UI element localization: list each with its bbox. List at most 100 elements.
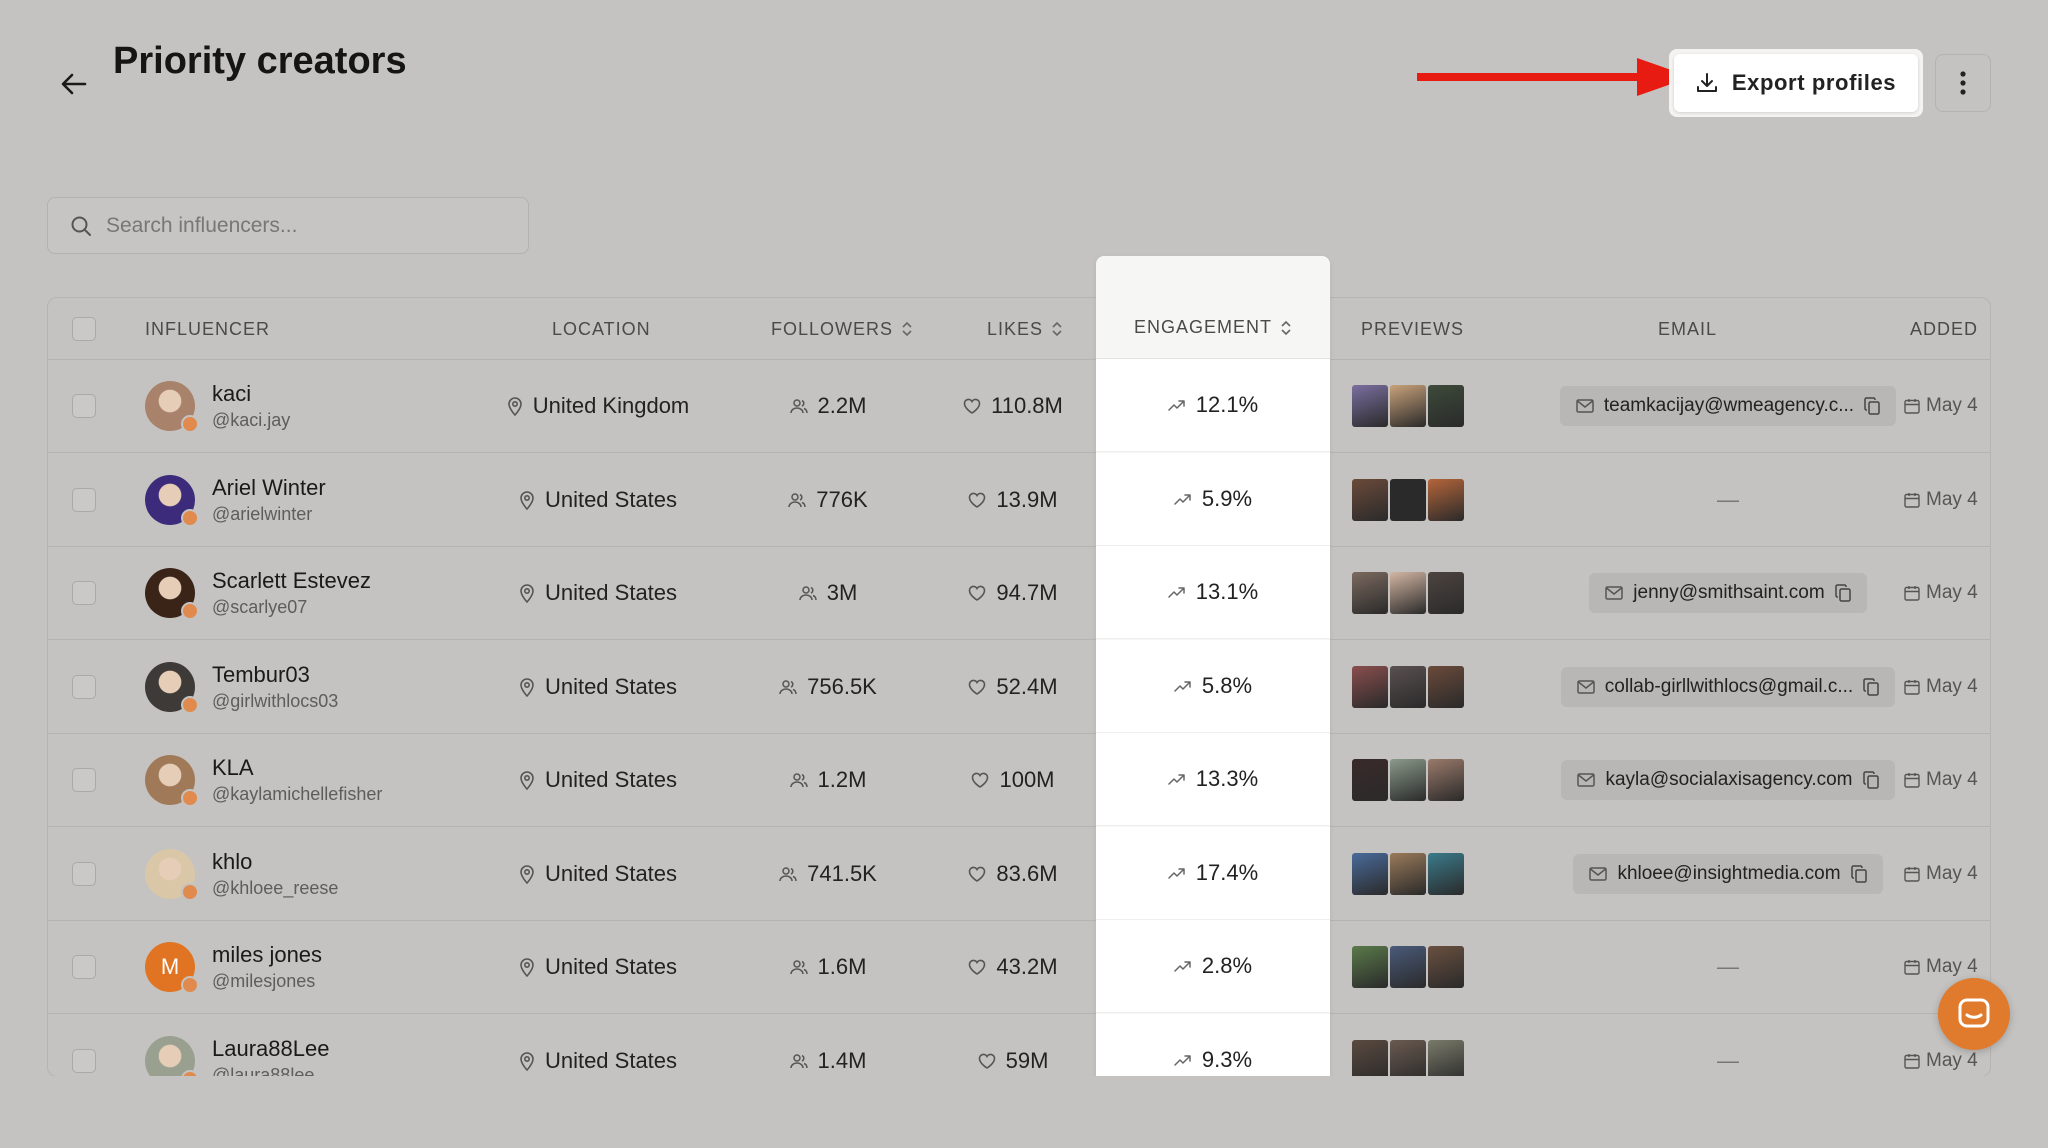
preview-thumbnail[interactable] — [1352, 572, 1388, 614]
preview-thumbnail[interactable] — [1390, 946, 1426, 988]
row-select-cell — [72, 547, 96, 639]
influencer-cell[interactable]: Scarlett Estevez @scarlye07 — [145, 547, 371, 639]
email-chip[interactable]: teamkacijay@wmeagency.c... — [1559, 386, 1897, 426]
row-checkbox[interactable] — [72, 581, 96, 605]
preview-thumbnail[interactable] — [1390, 852, 1426, 895]
location-cell: United States — [468, 734, 728, 826]
preview-thumbnail[interactable] — [1390, 1039, 1426, 1076]
table-row[interactable]: KLA @kaylamichellefisher United States 1… — [48, 734, 1990, 827]
location-cell: United States — [468, 921, 728, 1013]
row-checkbox[interactable] — [72, 768, 96, 792]
preview-thumbnail[interactable] — [1390, 665, 1426, 708]
influencer-name[interactable]: Scarlett Estevez — [212, 568, 371, 594]
table-row[interactable]: Laura88Lee @laura88lee United States 1.4… — [48, 1015, 1990, 1077]
preview-thumbnail[interactable] — [1428, 1039, 1464, 1076]
search-input[interactable] — [106, 213, 506, 238]
copy-icon[interactable] — [1864, 397, 1880, 415]
column-header-added[interactable]: ADDED — [1910, 298, 1978, 360]
row-checkbox[interactable] — [72, 861, 96, 886]
row-checkbox[interactable] — [72, 674, 96, 699]
likes-cell: 13.9M — [928, 454, 1098, 546]
table-row[interactable]: khlo @khloee_reese United States 741.5K … — [48, 828, 1990, 921]
preview-thumbnail[interactable] — [1428, 385, 1464, 427]
column-header-engagement[interactable]: ENGAGEMENT — [1096, 297, 1330, 359]
location-pin-icon — [507, 397, 522, 416]
influencer-name[interactable]: Laura88Lee — [212, 1036, 329, 1062]
preview-thumbnail[interactable] — [1428, 946, 1464, 988]
table-row[interactable]: Ariel Winter @arielwinter United States … — [48, 454, 1990, 547]
back-button[interactable] — [56, 66, 92, 102]
copy-icon[interactable] — [1850, 864, 1867, 883]
preview-thumbnail[interactable] — [1352, 1039, 1388, 1076]
influencer-info: Laura88Lee @laura88lee — [212, 1036, 329, 1077]
table-row[interactable]: M miles jones @milesjones United States … — [48, 921, 1990, 1014]
influencer-cell[interactable]: khlo @khloee_reese — [145, 828, 338, 920]
email-chip[interactable]: collab-girllwithlocs@gmail.c... — [1560, 666, 1896, 707]
preview-thumbnail[interactable] — [1428, 572, 1464, 614]
influencer-cell[interactable]: Ariel Winter @arielwinter — [145, 454, 326, 546]
row-checkbox[interactable] — [72, 394, 96, 418]
mail-icon — [1589, 866, 1608, 881]
column-header-location[interactable]: LOCATION — [552, 298, 651, 360]
email-chip[interactable]: kayla@socialaxisagency.com — [1561, 760, 1895, 800]
influencer-cell[interactable]: M miles jones @milesjones — [145, 921, 322, 1013]
export-profiles-button[interactable]: Export profiles — [1674, 54, 1918, 112]
row-checkbox[interactable] — [72, 1048, 96, 1073]
more-options-button[interactable] — [1935, 54, 1991, 112]
influencer-name[interactable]: miles jones — [212, 942, 322, 968]
influencer-name[interactable]: khlo — [212, 849, 338, 875]
preview-thumbnail[interactable] — [1428, 478, 1464, 521]
select-all-checkbox[interactable] — [72, 317, 96, 341]
influencer-name[interactable]: Tembur03 — [212, 662, 338, 688]
location-text: United States — [544, 580, 678, 605]
preview-thumbnail[interactable] — [1352, 946, 1388, 988]
verified-badge — [181, 602, 199, 620]
influencer-cell[interactable]: kaci @kaci.jay — [145, 360, 290, 452]
select-all-cell — [72, 298, 96, 360]
email-chip[interactable]: khloee@insightmedia.com — [1573, 853, 1883, 894]
influencer-name[interactable]: KLA — [212, 755, 382, 781]
preview-strip — [1352, 759, 1464, 801]
added-date: May 4 — [1926, 769, 1978, 790]
location-pin-icon — [520, 864, 534, 884]
influencer-cell[interactable]: KLA @kaylamichellefisher — [145, 734, 382, 826]
preview-thumbnail[interactable] — [1352, 478, 1388, 521]
email-chip[interactable]: jenny@smithsaint.com — [1589, 573, 1867, 613]
preview-thumbnail[interactable] — [1352, 852, 1388, 895]
verified-badge — [181, 789, 199, 807]
influencer-name[interactable]: kaci — [212, 381, 290, 407]
influencer-name[interactable]: Ariel Winter — [212, 475, 326, 501]
table-row[interactable]: kaci @kaci.jay United Kingdom 2.2M 110.8… — [48, 360, 1990, 453]
copy-icon[interactable] — [1862, 771, 1879, 789]
chat-support-button[interactable] — [1938, 978, 2010, 1050]
preview-thumbnail[interactable] — [1352, 665, 1388, 708]
followers-cell: 3M — [748, 547, 908, 639]
copy-icon[interactable] — [1863, 677, 1879, 696]
row-checkbox[interactable] — [72, 487, 96, 512]
preview-thumbnail[interactable] — [1428, 665, 1464, 708]
followers-cell: 741.5K — [748, 828, 908, 920]
heart-icon — [963, 398, 981, 414]
preview-thumbnail[interactable] — [1390, 759, 1426, 801]
influencer-cell[interactable]: Laura88Lee @laura88lee — [145, 1015, 329, 1077]
added-cell: May 4 — [1904, 454, 1978, 546]
column-header-likes[interactable]: LIKES — [987, 298, 1063, 360]
preview-thumbnail[interactable] — [1390, 572, 1426, 614]
column-header-followers[interactable]: FOLLOWERS — [771, 298, 913, 360]
preview-thumbnail[interactable] — [1390, 478, 1426, 521]
email-text: collab-girllwithlocs@gmail.c... — [1604, 675, 1854, 697]
preview-thumbnail[interactable] — [1428, 759, 1464, 801]
column-header-influencer[interactable]: INFLUENCER — [145, 298, 270, 360]
table-row[interactable]: Scarlett Estevez @scarlye07 United State… — [48, 547, 1990, 640]
avatar — [145, 568, 199, 620]
location-text: United States — [544, 954, 678, 979]
preview-thumbnail[interactable] — [1390, 385, 1426, 427]
heart-icon — [969, 492, 986, 508]
preview-thumbnail[interactable] — [1352, 385, 1388, 427]
copy-icon[interactable] — [1834, 584, 1851, 602]
table-row[interactable]: Tembur03 @girlwithlocs03 United States 7… — [48, 641, 1990, 734]
preview-thumbnail[interactable] — [1428, 852, 1464, 895]
influencer-cell[interactable]: Tembur03 @girlwithlocs03 — [145, 641, 338, 733]
row-checkbox[interactable] — [72, 955, 96, 979]
preview-thumbnail[interactable] — [1352, 759, 1388, 801]
